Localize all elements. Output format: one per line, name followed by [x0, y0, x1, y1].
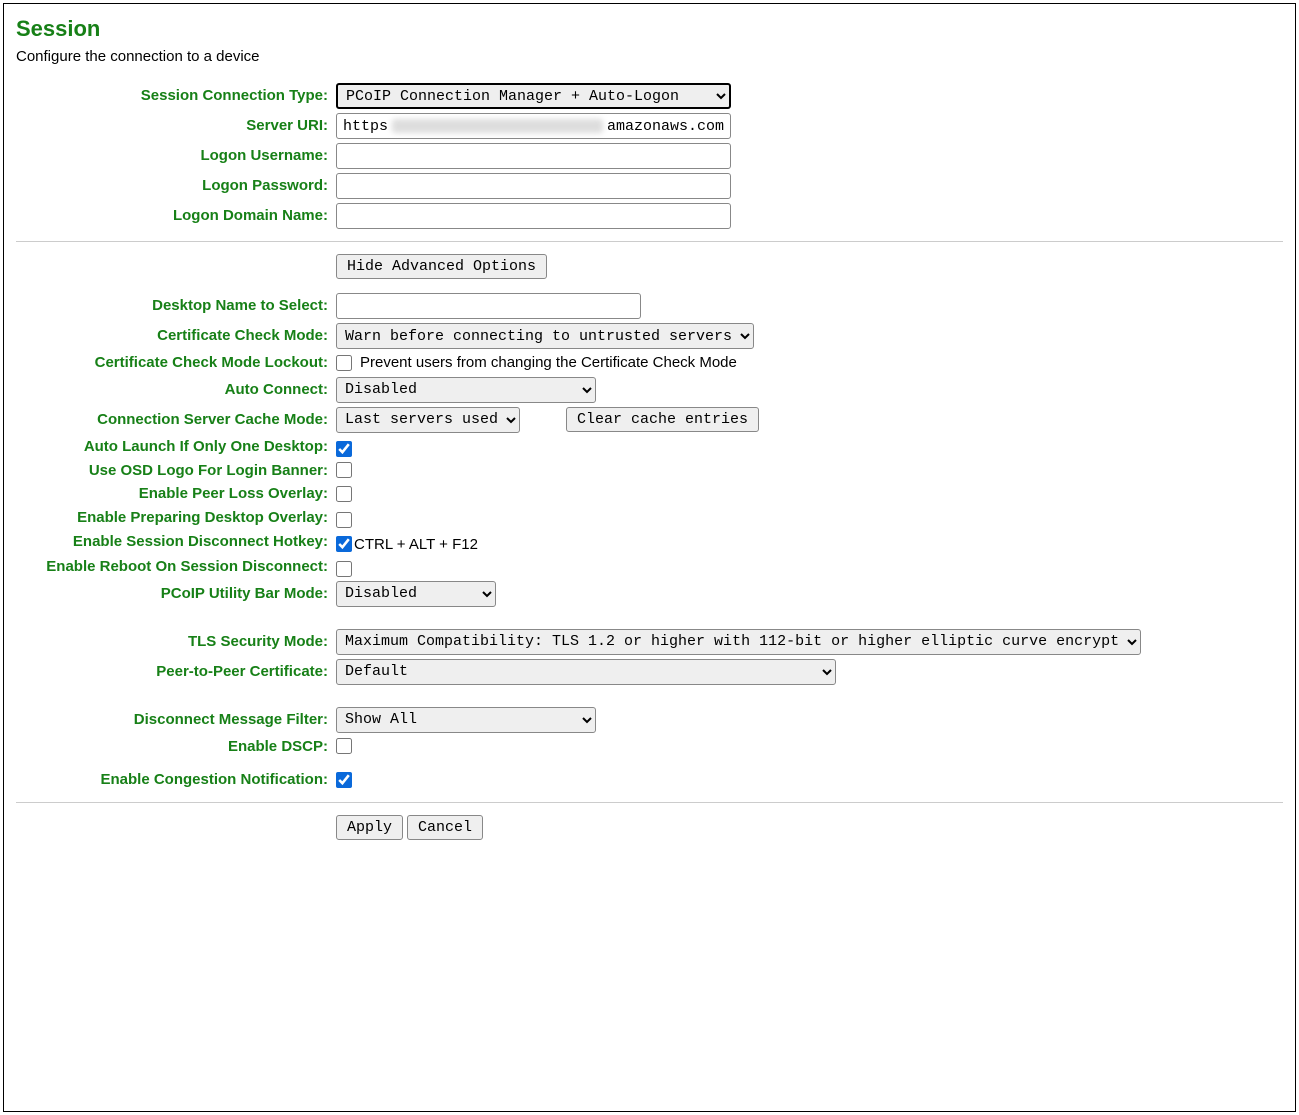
- desktop-name-input[interactable]: [336, 293, 641, 319]
- p2p-cert-label: Peer-to-Peer Certificate:: [16, 662, 336, 682]
- reboot-disconnect-label: Enable Reboot On Session Disconnect:: [16, 557, 336, 577]
- hide-advanced-button[interactable]: Hide Advanced Options: [336, 254, 547, 279]
- auto-connect-select[interactable]: Disabled: [336, 377, 596, 403]
- auto-launch-checkbox[interactable]: [336, 441, 352, 457]
- tls-mode-select[interactable]: Maximum Compatibility: TLS 1.2 or higher…: [336, 629, 1141, 655]
- cert-lockout-label: Certificate Check Mode Lockout:: [16, 353, 336, 373]
- cert-check-mode-select[interactable]: Warn before connecting to untrusted serv…: [336, 323, 754, 349]
- peer-loss-label: Enable Peer Loss Overlay:: [16, 484, 336, 504]
- desktop-name-label: Desktop Name to Select:: [16, 296, 336, 316]
- disc-filter-select[interactable]: Show All: [336, 707, 596, 733]
- logon-username-label: Logon Username:: [16, 146, 336, 166]
- utility-bar-label: PCoIP Utility Bar Mode:: [16, 584, 336, 604]
- tls-mode-label: TLS Security Mode:: [16, 632, 336, 652]
- page-title: Session: [16, 16, 1283, 42]
- session-config-page: Session Configure the connection to a de…: [3, 3, 1296, 1112]
- osd-logo-label: Use OSD Logo For Login Banner:: [16, 461, 336, 481]
- cert-check-mode-label: Certificate Check Mode:: [16, 326, 336, 346]
- apply-button[interactable]: Apply: [336, 815, 403, 840]
- osd-logo-checkbox[interactable]: [336, 462, 352, 478]
- logon-password-input[interactable]: [336, 173, 731, 199]
- server-uri-label: Server URI:: [16, 116, 336, 136]
- enable-dscp-checkbox[interactable]: [336, 738, 352, 754]
- logon-password-label: Logon Password:: [16, 176, 336, 196]
- connection-type-select[interactable]: PCoIP Connection Manager + Auto-Logon: [336, 83, 731, 109]
- server-uri-redacted: [392, 119, 603, 133]
- disconnect-hotkey-checkbox[interactable]: [336, 536, 352, 552]
- peer-loss-checkbox[interactable]: [336, 486, 352, 502]
- utility-bar-select[interactable]: Disabled: [336, 581, 496, 607]
- auto-connect-label: Auto Connect:: [16, 380, 336, 400]
- cancel-button[interactable]: Cancel: [407, 815, 483, 840]
- cache-mode-select[interactable]: Last servers used: [336, 407, 520, 433]
- reboot-disconnect-checkbox[interactable]: [336, 561, 352, 577]
- cert-lockout-text: Prevent users from changing the Certific…: [360, 354, 737, 371]
- disconnect-hotkey-label: Enable Session Disconnect Hotkey:: [16, 532, 336, 552]
- cache-mode-label: Connection Server Cache Mode:: [16, 410, 336, 430]
- logon-username-input[interactable]: [336, 143, 731, 169]
- server-uri-input[interactable]: https amazonaws.com: [336, 113, 731, 139]
- divider-2: [16, 802, 1283, 803]
- preparing-overlay-label: Enable Preparing Desktop Overlay:: [16, 508, 336, 528]
- cert-lockout-checkbox[interactable]: [336, 355, 352, 371]
- congestion-checkbox[interactable]: [336, 772, 352, 788]
- p2p-cert-select[interactable]: Default: [336, 659, 836, 685]
- disc-filter-label: Disconnect Message Filter:: [16, 710, 336, 730]
- logon-domain-input[interactable]: [336, 203, 731, 229]
- preparing-overlay-checkbox[interactable]: [336, 512, 352, 528]
- auto-launch-label: Auto Launch If Only One Desktop:: [16, 437, 336, 457]
- server-uri-suffix: amazonaws.com: [607, 118, 724, 135]
- enable-dscp-label: Enable DSCP:: [16, 737, 336, 757]
- hotkey-text: CTRL + ALT + F12: [354, 536, 478, 553]
- congestion-label: Enable Congestion Notification:: [16, 770, 336, 790]
- connection-type-label: Session Connection Type:: [16, 86, 336, 106]
- logon-domain-label: Logon Domain Name:: [16, 206, 336, 226]
- page-subtitle: Configure the connection to a device: [16, 48, 1283, 65]
- clear-cache-button[interactable]: Clear cache entries: [566, 407, 759, 432]
- divider-1: [16, 241, 1283, 242]
- server-uri-prefix: https: [343, 118, 388, 135]
